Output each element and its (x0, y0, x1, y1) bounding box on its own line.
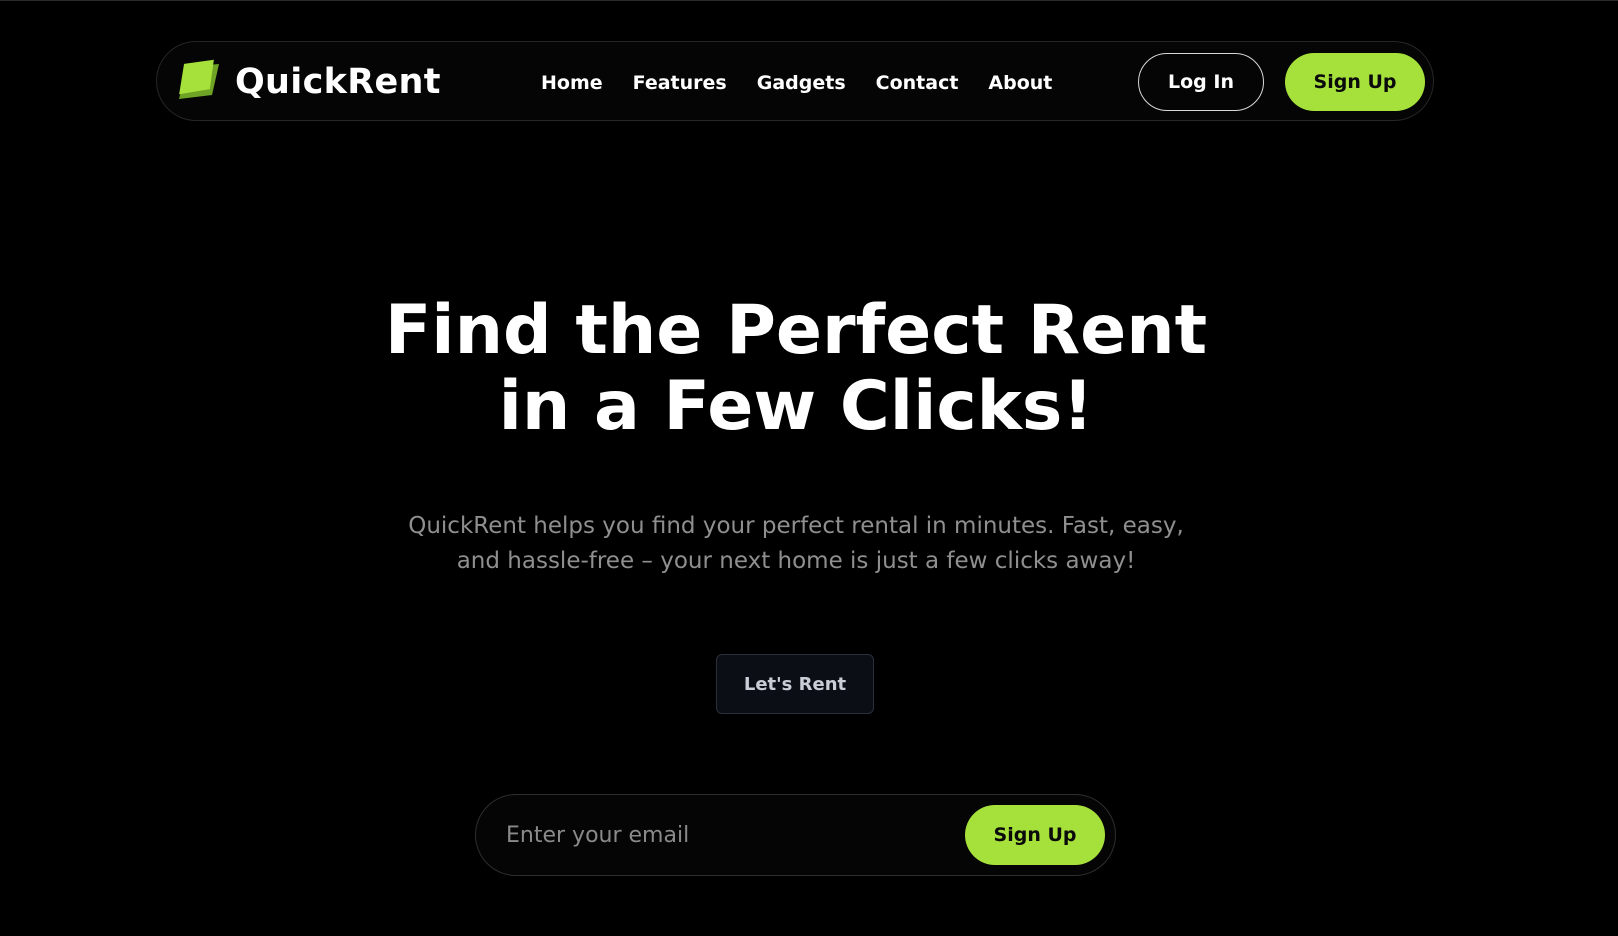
nav-link-contact[interactable]: Contact (876, 72, 959, 94)
hero-title: Find the Perfect Rent in a Few Clicks! (0, 293, 1592, 445)
nav-link-gadgets[interactable]: Gadgets (757, 72, 846, 94)
brand-name: QuickRent (235, 62, 441, 102)
email-input[interactable] (506, 813, 926, 857)
brand[interactable]: QuickRent (175, 58, 441, 106)
hero-title-line-2: in a Few Clicks! (498, 367, 1094, 446)
hero-subtitle: QuickRent helps you find your perfect re… (0, 509, 1592, 579)
login-button[interactable]: Log In (1138, 53, 1264, 111)
nav-link-home[interactable]: Home (541, 72, 603, 94)
lets-rent-button[interactable]: Let's Rent (716, 654, 874, 714)
nav-link-features[interactable]: Features (633, 72, 727, 94)
signup-button[interactable]: Sign Up (1285, 53, 1425, 111)
email-signup-form: Sign Up (475, 794, 1116, 876)
leaf-logo-icon (179, 59, 219, 99)
top-navbar: QuickRent Home Features Gadgets Contact … (156, 41, 1434, 121)
hero-title-line-1: Find the Perfect Rent (384, 291, 1208, 370)
nav-links: Home Features Gadgets Contact About (541, 66, 1052, 100)
nav-link-about[interactable]: About (988, 72, 1052, 94)
email-signup-button[interactable]: Sign Up (965, 805, 1105, 865)
hero-subtitle-line-2: and hassle-free – your next home is just… (456, 548, 1136, 574)
hero-subtitle-line-1: QuickRent helps you find your perfect re… (408, 513, 1184, 539)
